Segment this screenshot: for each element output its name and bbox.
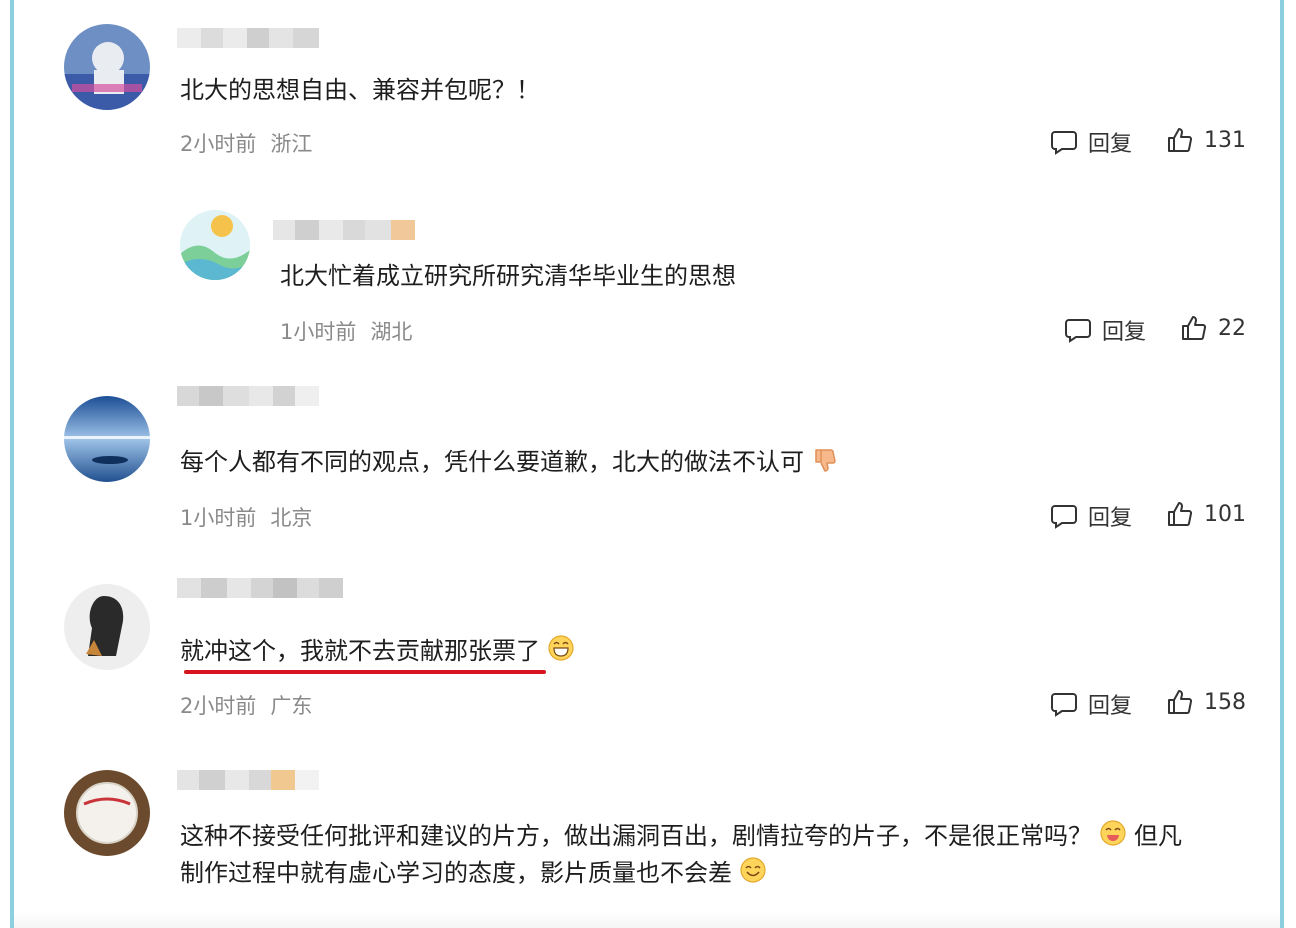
like-button[interactable]: 131	[1166, 126, 1246, 154]
reply-label: 回复	[1102, 320, 1147, 345]
avatar[interactable]	[64, 770, 150, 856]
username-blurred[interactable]	[273, 220, 415, 240]
like-button[interactable]: 22	[1180, 314, 1246, 342]
username-blurred[interactable]	[177, 386, 319, 406]
red-underline-annotation	[184, 670, 546, 674]
comment-meta: 1小时前 湖北	[280, 316, 412, 346]
comment-meta: 2小时前 广东	[180, 690, 312, 720]
comment-text-line-1: 这种不接受任何批评和建议的片方，做出漏洞百出，剧情拉夸的片子，不是很正常吗？ 但凡	[180, 819, 1182, 855]
username-blurred[interactable]	[177, 28, 319, 48]
frame-border-right	[1280, 0, 1284, 928]
comment-text: 每个人都有不同的观点，凭什么要道歉，北大的做法不认可	[180, 445, 838, 481]
username-blurred[interactable]	[177, 770, 319, 790]
comment-location: 北京	[270, 506, 313, 530]
reply-button[interactable]: 回复	[1050, 688, 1132, 720]
comment-time: 1小时前	[280, 320, 357, 344]
reply-bubble-icon	[1051, 505, 1077, 529]
thumbs-up-icon	[1168, 502, 1193, 526]
reply-button[interactable]: 回复	[1050, 500, 1132, 532]
comment-time: 1小时前	[180, 506, 257, 530]
comment-location: 浙江	[270, 132, 313, 156]
avatar[interactable]	[64, 24, 150, 110]
comment-text: 北大的思想自由、兼容并包呢？！	[180, 76, 540, 104]
like-count: 158	[1204, 689, 1246, 715]
reply-label: 回复	[1088, 132, 1133, 157]
username-blurred[interactable]	[177, 578, 343, 598]
like-button[interactable]: 101	[1166, 500, 1246, 528]
reply-bubble-icon	[1051, 131, 1077, 155]
like-count: 22	[1218, 315, 1246, 341]
comment-text-content: 每个人都有不同的观点，凭什么要道歉，北大的做法不认可	[180, 448, 804, 476]
avatar[interactable]	[64, 396, 150, 482]
thumbs-up-icon	[1168, 128, 1193, 152]
avatar[interactable]	[64, 584, 150, 670]
comment-meta: 2小时前 浙江	[180, 128, 312, 158]
like-count: 101	[1204, 501, 1246, 527]
thumbs-up-icon	[1168, 690, 1193, 714]
bottom-cutoff	[14, 912, 1280, 928]
comment-location: 广东	[270, 694, 313, 718]
smile-emoji	[740, 856, 766, 892]
comment-meta: 1小时前 北京	[180, 502, 312, 532]
avatar[interactable]	[180, 210, 250, 280]
like-count: 131	[1204, 127, 1246, 153]
comment-text-tail: 但凡	[1134, 822, 1182, 850]
grin-emoji	[548, 634, 574, 670]
comment-text: 就冲这个，我就不去贡献那张票了	[180, 634, 574, 670]
comment-time: 2小时前	[180, 694, 257, 718]
thumbs-up-icon	[1182, 316, 1207, 340]
comment-text-content: 就冲这个，我就不去贡献那张票了	[180, 637, 540, 665]
comment-text-content: 制作过程中就有虚心学习的态度，影片质量也不会差	[180, 859, 732, 887]
reply-bubble-icon	[1065, 319, 1091, 343]
reply-label: 回复	[1088, 506, 1133, 531]
reply-bubble-icon	[1051, 693, 1077, 717]
like-button[interactable]: 158	[1166, 688, 1246, 716]
comment-text: 北大忙着成立研究所研究清华毕业生的思想	[280, 262, 736, 290]
grin-emoji	[1100, 819, 1126, 855]
comment-time: 2小时前	[180, 132, 257, 156]
reply-label: 回复	[1088, 694, 1133, 719]
reply-button[interactable]: 回复	[1050, 126, 1132, 158]
comment-location: 湖北	[370, 320, 413, 344]
comment-text-line-2: 制作过程中就有虚心学习的态度，影片质量也不会差	[180, 856, 766, 892]
comment-text-content: 这种不接受任何批评和建议的片方，做出漏洞百出，剧情拉夸的片子，不是很正常吗？	[180, 822, 1092, 850]
reply-button[interactable]: 回复	[1064, 314, 1146, 346]
thumbs-down-emoji	[812, 446, 838, 481]
